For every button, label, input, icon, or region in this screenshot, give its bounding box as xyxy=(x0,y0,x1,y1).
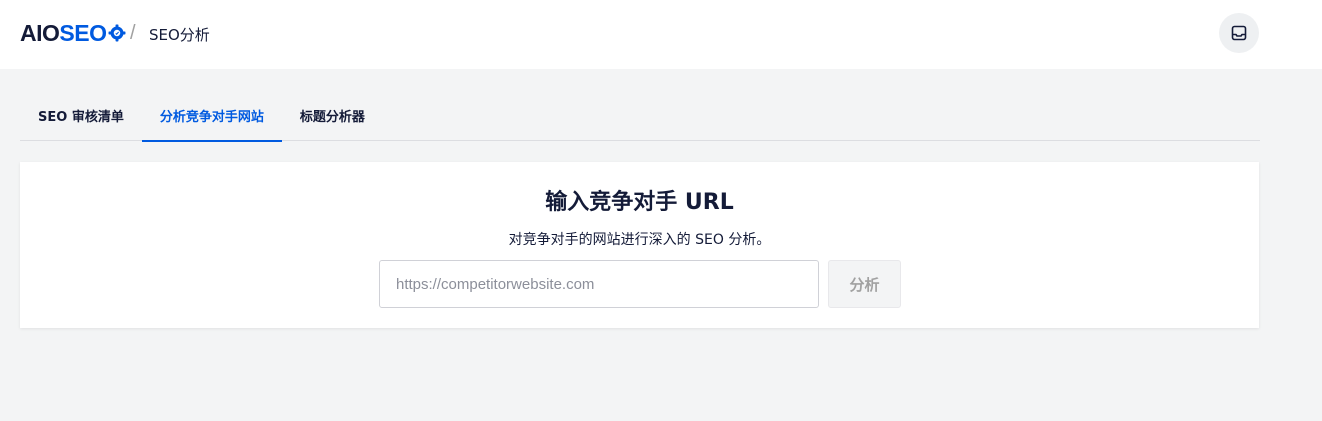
competitor-analysis-card: 输入竞争对手 URL 对竞争对手的网站进行深入的 SEO 分析。 分析 xyxy=(20,162,1259,328)
logo-gear-icon xyxy=(109,24,126,42)
card-subtitle: 对竞争对手的网站进行深入的 SEO 分析。 xyxy=(508,232,771,248)
card-title: 输入竞争对手 URL xyxy=(545,190,734,215)
aioseo-logo[interactable]: AIO SEO xyxy=(20,19,126,46)
tab-headline-analyzer[interactable]: 标题分析器 xyxy=(282,90,383,141)
analyze-button[interactable]: 分析 xyxy=(828,260,901,308)
top-bar: AIO SEO / SEO分析 xyxy=(0,0,1322,69)
competitor-url-input[interactable] xyxy=(379,260,819,308)
notifications-button[interactable] xyxy=(1219,13,1259,53)
tab-analyze-competitor[interactable]: 分析竞争对手网站 xyxy=(141,90,282,142)
breadcrumb-current: SEO分析 xyxy=(149,26,210,44)
logo-aio-text: AIO xyxy=(20,19,60,46)
tab-seo-audit-checklist[interactable]: SEO 审核清单 xyxy=(20,90,142,141)
breadcrumb-separator: / xyxy=(130,22,136,44)
tab-bar: SEO 审核清单 分析竞争对手网站 标题分析器 xyxy=(20,90,1260,142)
inbox-icon xyxy=(1231,25,1247,41)
logo-seo-text: SEO xyxy=(59,19,107,46)
